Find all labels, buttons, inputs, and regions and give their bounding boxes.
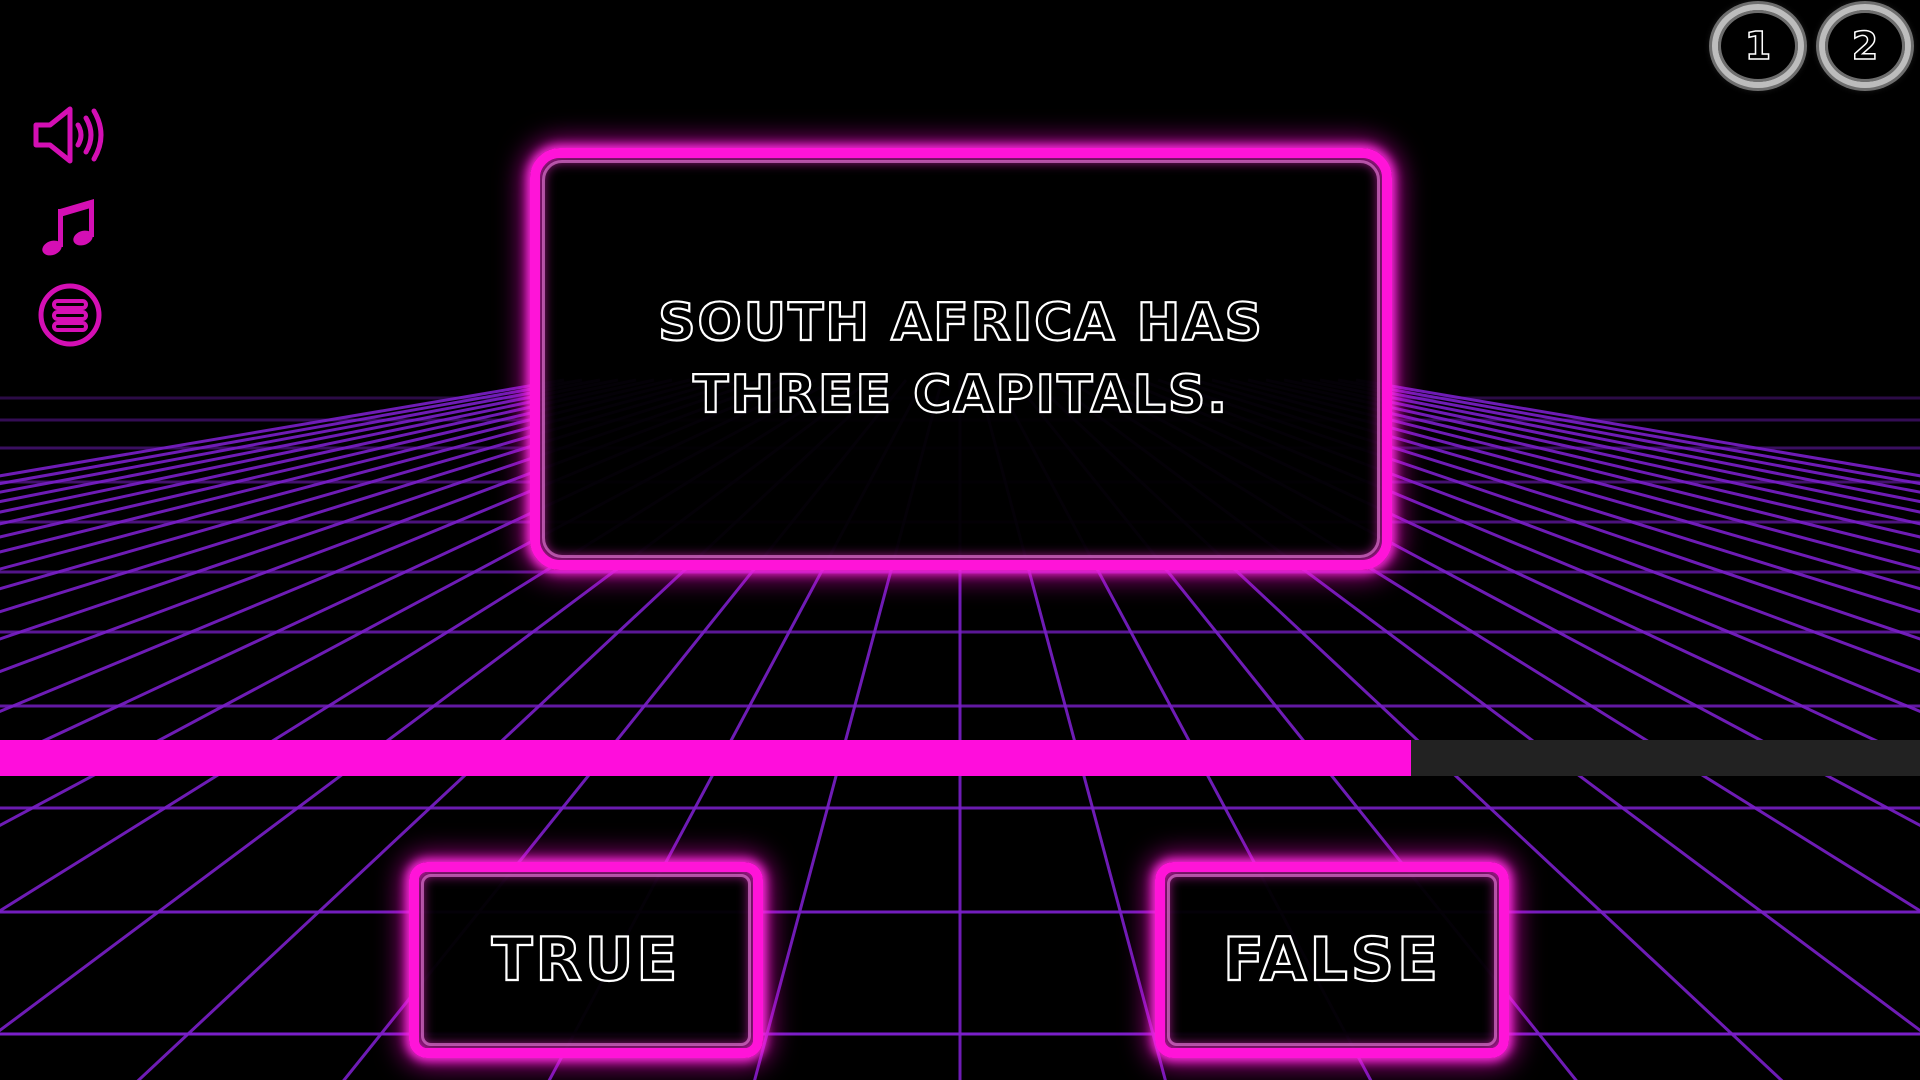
false-button-label: FALSE [1222,924,1441,996]
menu-icon[interactable] [30,280,110,350]
question-panel: South Africa has three capitals. [530,148,1392,570]
false-button[interactable]: FALSE [1155,862,1509,1058]
speaker-icon[interactable] [30,100,110,170]
timer-bar [0,740,1920,776]
question-text: South Africa has three capitals. [657,292,1264,426]
timer-bar-fill [0,740,1412,776]
player-1-badge[interactable]: 1 [1712,4,1804,88]
true-button-label: TRUE [490,924,681,996]
game-stage: 1 2 South Africa has three capitals. TRU… [0,0,1920,1080]
music-note-icon[interactable] [30,192,110,262]
player-2-badge[interactable]: 2 [1819,4,1911,88]
true-button[interactable]: TRUE [409,862,763,1058]
